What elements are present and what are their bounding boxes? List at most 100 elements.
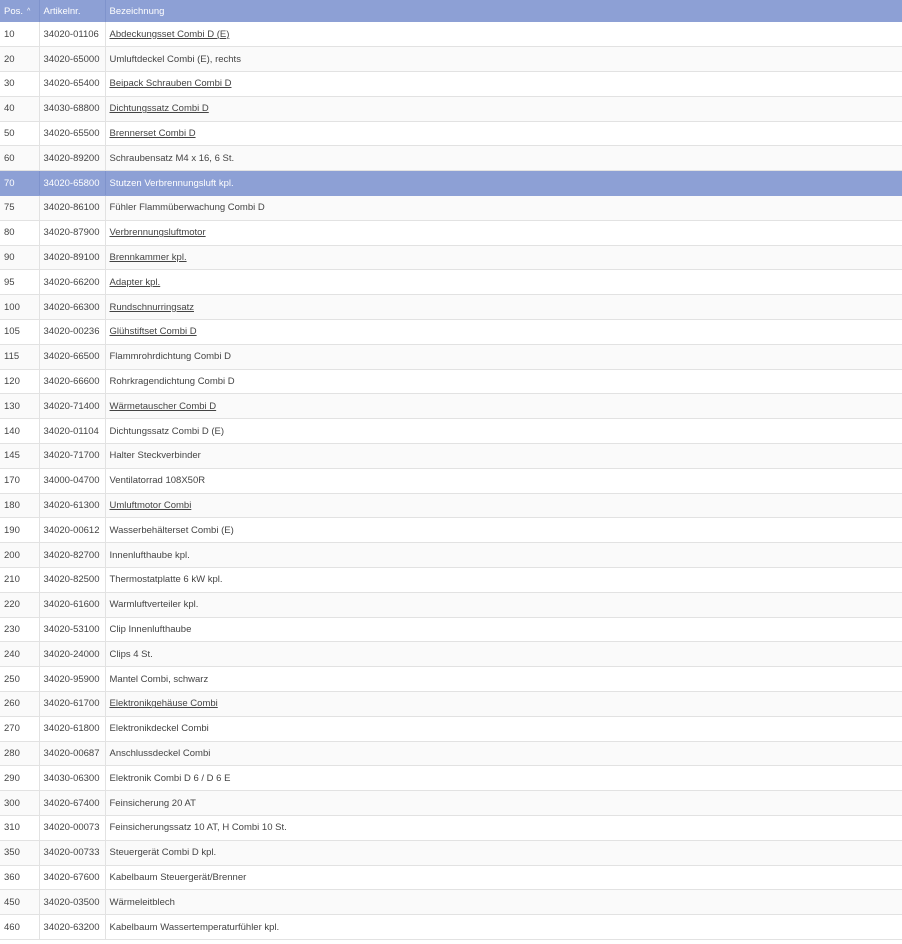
cell-artikelnr: 34020-66300 [39,294,106,321]
table-row[interactable]: 145 34020-71700 Halter Steckverbinder [0,443,902,469]
cell-artikelnr: 34020-71700 [39,443,106,469]
table-row[interactable]: 310 34020-00073 Feinsicherungssatz 10 AT, … [0,815,902,841]
table-row[interactable]: 30 34020-65400 Beipack Schrauben Combi D [0,71,902,97]
cell-artikelnr: 34020-61800 [39,716,106,742]
table-row[interactable]: 75 34020-86100 Fühler Flammüberwachung Com… [0,195,902,221]
column-header-pos[interactable]: Pos. ^ [0,0,40,22]
table-row[interactable]: 115 34020-66500 Flammrohrdichtung Combi D [0,344,902,370]
cell-bezeichnung: Steuergerät Combi D kpl. [105,840,902,866]
table-row[interactable]: 50 34020-65500 Brennerset Combi D [0,121,902,147]
cell-pos: 280 [0,741,40,767]
table-row[interactable]: 210 34020-82500 Thermostatplatte 6 kW kpl. [0,567,902,593]
table-row[interactable]: 60 34020-89200 Schraubensatz M4 x 16, 6 St… [0,145,902,172]
part-link[interactable]: Dichtungssatz Combi D [110,103,209,114]
cell-pos: 105 [0,319,40,345]
cell-bezeichnung: Wärmeleitblech [105,889,902,916]
table-row[interactable]: 130 34020-71400 Wärmetauscher Combi D [0,393,902,420]
table-row[interactable]: 10 34020-01106 Abdeckungsset Combi D (E) [0,22,902,48]
cell-pos: 170 [0,468,40,494]
column-header-bezeichnung[interactable]: Bezeichnung [105,0,902,22]
part-link[interactable]: Glühstiftset Combi D [110,326,197,337]
table-row[interactable]: 20 34020-65000 Umluftdeckel Combi (E), rec… [0,46,902,73]
cell-artikelnr: 34020-00236 [39,319,106,345]
cell-pos: 450 [0,889,40,916]
table-row[interactable]: 300 34020-67400 Feinsicherung 20 AT [0,790,902,816]
column-header-pos-label: Pos. [4,5,24,17]
cell-pos: 120 [0,369,40,395]
part-link[interactable]: Brennerset Combi D [110,128,196,139]
table-row[interactable]: 120 34020-66600 Rohrkragendichtung Combi D [0,369,902,395]
cell-pos: 95 [0,269,40,296]
cell-artikelnr: 34020-00733 [39,840,106,866]
table-row[interactable]: 200 34020-82700 Innenlufthaube kpl. [0,542,902,569]
cell-artikelnr: 34020-82700 [39,542,106,569]
table-row[interactable]: 350 34020-00733 Steuergerät Combi D kpl. [0,840,902,866]
table-row[interactable]: 105 34020-00236 Glühstiftset Combi D [0,319,902,345]
cell-bezeichnung: Clip Innenlufthaube [105,617,902,643]
table-row[interactable]: 220 34020-61600 Warmluftverteiler kpl. [0,592,902,618]
table-row[interactable]: 95 34020-66200 Adapter kpl. [0,269,902,296]
cell-artikelnr: 34020-65400 [39,71,106,97]
cell-pos: 310 [0,815,40,841]
table-row[interactable]: 90 34020-89100 Brennkammer kpl. [0,245,902,271]
cell-bezeichnung: Glühstiftset Combi D [105,319,902,345]
part-link[interactable]: Adapter kpl. [110,277,161,288]
cell-bezeichnung: Mantel Combi, schwarz [105,666,902,693]
cell-artikelnr: 34020-24000 [39,641,106,668]
table-row[interactable]: 80 34020-87900 Verbrennungsluftmotor [0,220,902,246]
table-row[interactable]: 280 34020-00687 Anschlussdeckel Combi [0,741,902,767]
table-row[interactable]: 460 34020-63200 Kabelbaum Wassertemperatur… [0,914,902,940]
table-row[interactable]: 180 34020-61300 Umluftmotor Combi [0,493,902,519]
part-link[interactable]: Verbrennungsluftmotor [110,227,206,238]
table-row[interactable]: 40 34030-68800 Dichtungssatz Combi D [0,96,902,122]
cell-bezeichnung: Wärmetauscher Combi D [105,393,902,420]
cell-artikelnr: 34020-89200 [39,145,106,172]
cell-artikelnr: 34020-86100 [39,195,106,221]
table-row[interactable]: 140 34020-01104 Dichtungssatz Combi D (E) [0,418,902,445]
table-row[interactable]: 260 34020-61700 Elektronikgehäuse Combi [0,691,902,717]
table-row[interactable]: 230 34020-53100 Clip Innenlufthaube [0,617,902,643]
part-link[interactable]: Wärmetauscher Combi D [110,401,217,412]
part-link[interactable]: Rundschnurringsatz [110,302,195,313]
table-row[interactable]: 250 34020-95900 Mantel Combi, schwarz [0,666,902,693]
table-row[interactable]: 360 34020-67600 Kabelbaum Steuergerät/Bren… [0,865,902,891]
cell-artikelnr: 34020-67400 [39,790,106,816]
cell-bezeichnung: Kabelbaum Steuergerät/Brenner [105,865,902,891]
cell-artikelnr: 34020-66500 [39,344,106,370]
table-row[interactable]: 270 34020-61800 Elektronikdeckel Combi [0,716,902,742]
table-row[interactable]: 290 34030-06300 Elektronik Combi D 6 / D 6… [0,765,902,792]
cell-bezeichnung: Innenlufthaube kpl. [105,542,902,569]
table-row[interactable]: 240 34020-24000 Clips 4 St. [0,641,902,668]
cell-bezeichnung: Feinsicherung 20 AT [105,790,902,816]
part-link[interactable]: Umluftmotor Combi [110,500,192,511]
cell-bezeichnung: Dichtungssatz Combi D [105,96,902,122]
cell-pos: 115 [0,344,40,370]
cell-bezeichnung: Rundschnurringsatz [105,294,902,321]
part-link[interactable]: Beipack Schrauben Combi D [110,78,232,89]
cell-pos: 75 [0,195,40,221]
table-row[interactable]: 70 34020-65800 Stutzen Verbrennungsluft kp… [0,170,902,197]
cell-bezeichnung: Elektronikgehäuse Combi [105,691,902,717]
cell-artikelnr: 34020-53100 [39,617,106,643]
part-link[interactable]: Brennkammer kpl. [110,252,187,263]
table-row[interactable]: 450 34020-03500 Wärmeleitblech [0,889,902,916]
cell-pos: 260 [0,691,40,717]
part-link[interactable]: Elektronikgehäuse Combi [110,698,218,709]
cell-bezeichnung: Feinsicherungssatz 10 AT, H Combi 10 St. [105,815,902,841]
cell-pos: 240 [0,641,40,668]
cell-pos: 80 [0,220,40,246]
cell-artikelnr: 34020-00612 [39,517,106,544]
table-row[interactable]: 170 34000-04700 Ventilatorrad 108X50R [0,468,902,494]
cell-bezeichnung: Elektronik Combi D 6 / D 6 E [105,765,902,792]
cell-bezeichnung: Beipack Schrauben Combi D [105,71,902,97]
table-row[interactable]: 190 34020-00612 Wasserbehälterset Combi (E… [0,517,902,544]
cell-pos: 360 [0,865,40,891]
part-link[interactable]: Abdeckungsset Combi D (E) [110,29,230,40]
column-header-artikelnr[interactable]: Artikelnr. [39,0,106,22]
cell-bezeichnung: Flammrohrdichtung Combi D [105,344,902,370]
table-row[interactable]: 100 34020-66300 Rundschnurringsatz [0,294,902,321]
sort-ascending-icon: ^ [27,7,31,15]
cell-artikelnr: 34020-67600 [39,865,106,891]
cell-pos: 20 [0,46,40,73]
cell-pos: 180 [0,493,40,519]
